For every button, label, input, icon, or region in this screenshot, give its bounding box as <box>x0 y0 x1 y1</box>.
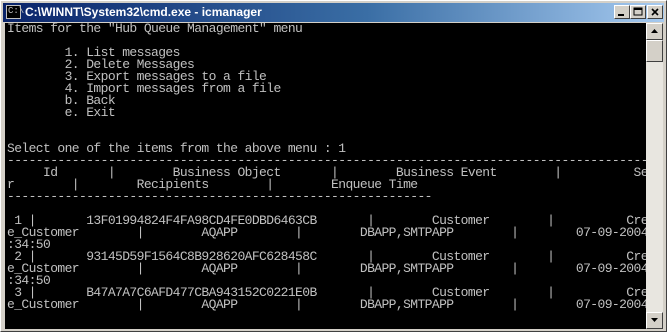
console-line: e. Exit <box>7 105 116 120</box>
console-text: Items for the "Hub Queue Management" men… <box>5 23 646 311</box>
cmd-prompt-icon[interactable]: C:\ <box>6 5 25 19</box>
cmd-prompt-icon-text: C:\ <box>8 6 25 16</box>
close-icon <box>651 8 659 16</box>
console-line: e_Customer | AQAPP | DBAPP,SMTPAPP | 07-… <box>7 261 646 276</box>
maximize-button[interactable] <box>630 5 646 19</box>
title-bar[interactable]: C:\ C:\WINNT\System32\cmd.exe - icmanage… <box>3 3 664 22</box>
minimize-icon <box>618 14 624 16</box>
vertical-scrollbar[interactable] <box>646 23 663 329</box>
scroll-up-button[interactable] <box>646 23 663 40</box>
maximize-icon <box>633 7 643 16</box>
console-line: ----------------------------------------… <box>7 189 432 204</box>
console-output[interactable]: Items for the "Hub Queue Management" men… <box>5 23 646 329</box>
arrow-up-icon <box>651 29 658 33</box>
console-line: Items for the "Hub Queue Management" men… <box>7 23 303 36</box>
window-title: C:\WINNT\System32\cmd.exe - icmanager <box>25 5 262 19</box>
close-button[interactable] <box>647 5 663 19</box>
console-line: e_Customer | AQAPP | DBAPP,SMTPAPP | 07-… <box>7 297 646 312</box>
scroll-thumb[interactable] <box>646 40 663 62</box>
arrow-down-icon <box>651 318 658 322</box>
scroll-down-button[interactable] <box>646 312 663 329</box>
console-line: e_Customer | AQAPP | DBAPP,SMTPAPP | 07-… <box>7 225 646 240</box>
console-window: C:\ C:\WINNT\System32\cmd.exe - icmanage… <box>0 0 667 332</box>
minimize-button[interactable] <box>614 5 630 19</box>
